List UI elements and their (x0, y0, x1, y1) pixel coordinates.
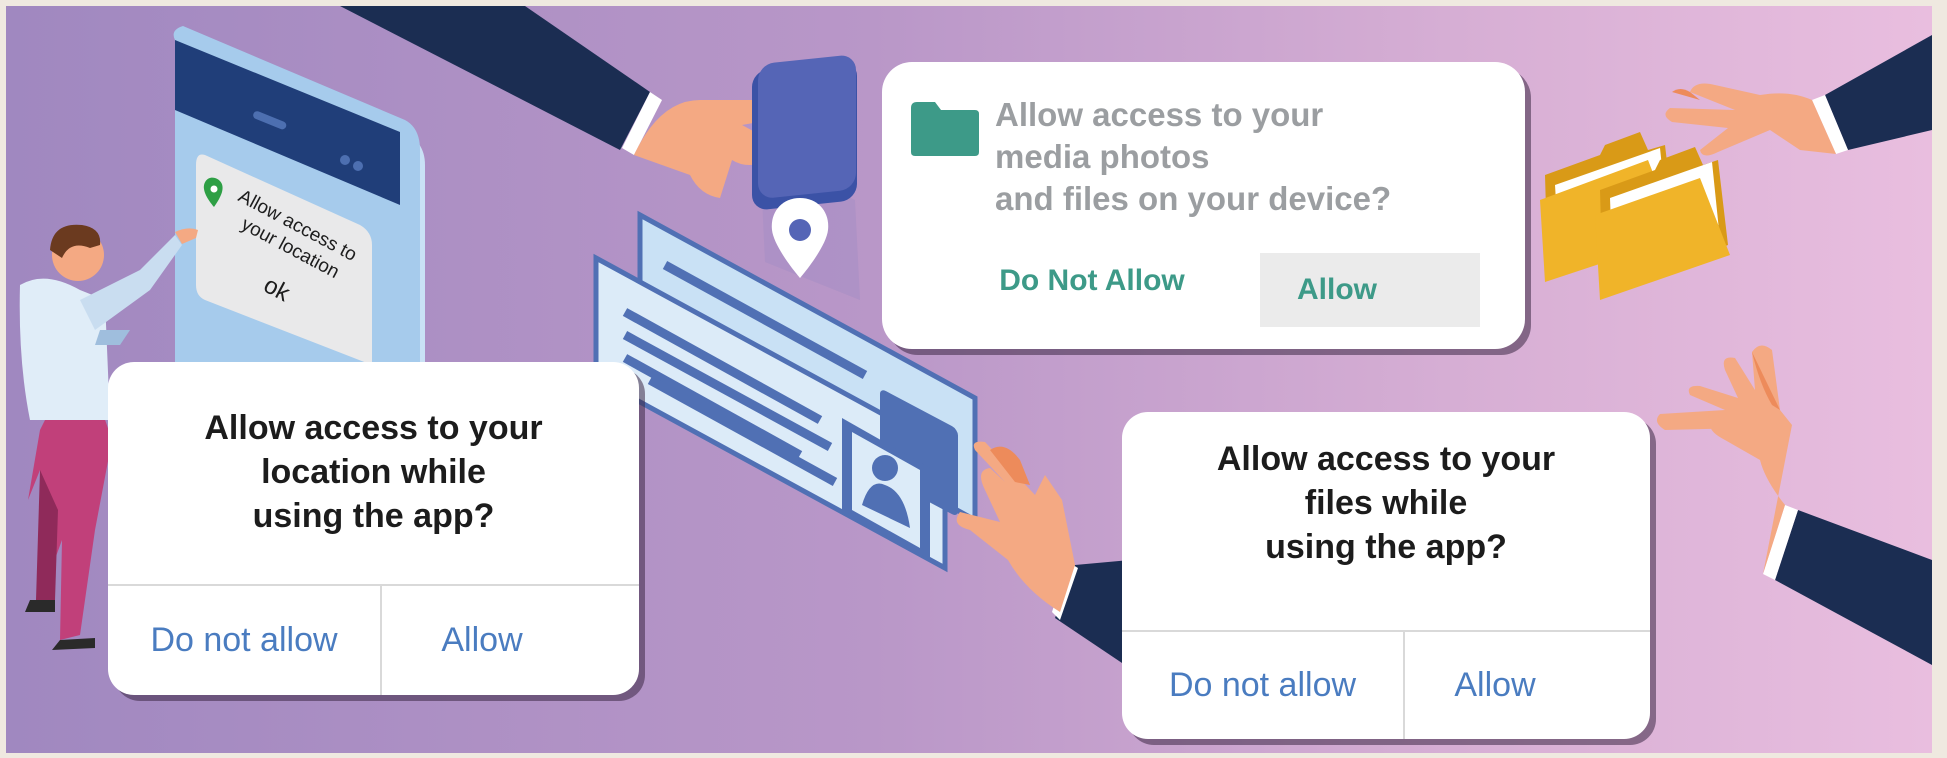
files-allow-button[interactable]: Allow (1405, 632, 1585, 739)
location-do-not-allow-button[interactable]: Do not allow (108, 586, 380, 695)
location-title-line: location while (261, 453, 486, 491)
media-permission-dialog: Allow access to your media photos and fi… (882, 62, 1525, 349)
arm-bottom-right (1656, 345, 1932, 665)
folder-icon (911, 102, 979, 156)
media-message-line: Allow access to your (995, 96, 1324, 133)
files-dialog-title: Allow access to your files while using t… (1122, 437, 1650, 569)
location-pin-tile (752, 55, 860, 300)
location-title-line: Allow access to your (204, 409, 543, 447)
arm-top-right (1665, 35, 1932, 156)
files-do-not-allow-button[interactable]: Do not allow (1122, 632, 1403, 739)
arm-middle (956, 441, 1130, 665)
media-message-line: and files on your device? (995, 180, 1392, 217)
files-title-line: using the app? (1265, 528, 1507, 566)
media-message-line: media photos (995, 138, 1210, 175)
location-allow-button[interactable]: Allow (382, 586, 582, 695)
location-title-line: using the app? (252, 497, 495, 535)
location-dialog-title: Allow access to your location while usin… (108, 406, 639, 538)
files-permission-dialog: Allow access to your files while using t… (1122, 412, 1650, 739)
files-title-line: files while (1304, 484, 1468, 522)
location-permission-dialog: Allow access to your location while usin… (108, 362, 639, 695)
media-allow-button[interactable]: Allow (1260, 253, 1480, 327)
media-do-not-allow-button[interactable]: Do Not Allow (982, 251, 1202, 311)
media-dialog-message: Allow access to your media photos and fi… (995, 94, 1391, 220)
files-title-line: Allow access to your (1216, 440, 1556, 478)
illustration-stage: Allow access to your location ok Allow a… (0, 0, 1947, 758)
folder-pair-icon (1540, 132, 1730, 300)
